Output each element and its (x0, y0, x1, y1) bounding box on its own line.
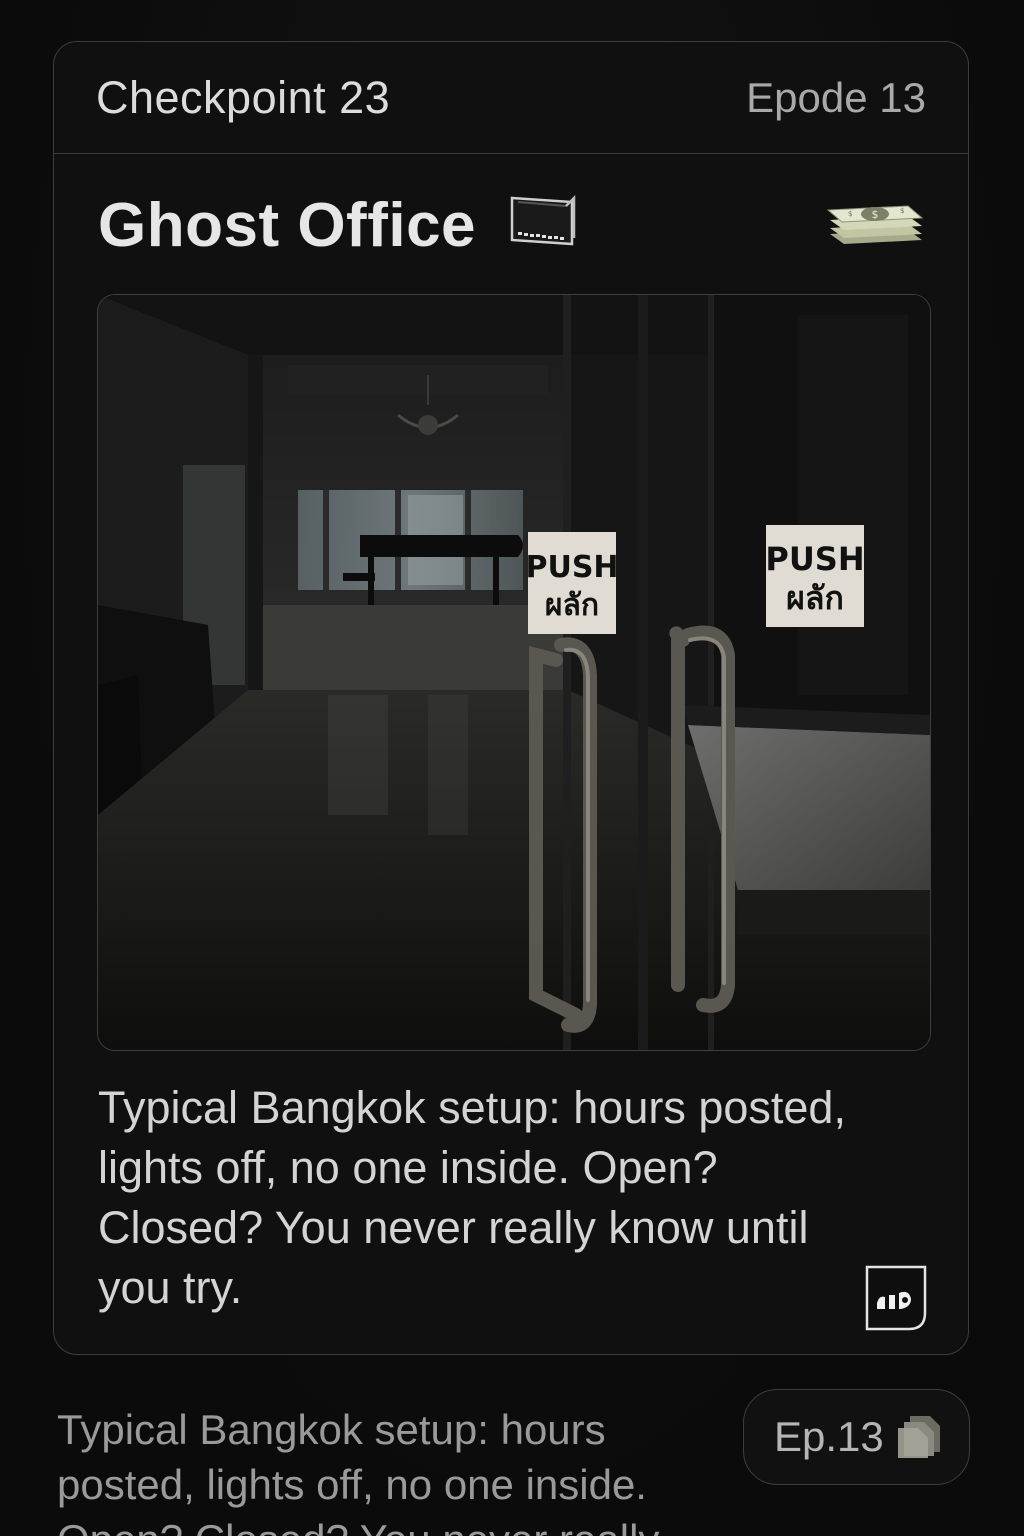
post-caption: Typical Bangkok setup: hours posted, lig… (98, 1082, 846, 1313)
cash-stack-icon[interactable]: $ $ $ (826, 200, 926, 256)
episode-pill-button[interactable]: Ep.13 (743, 1389, 970, 1485)
push-sign-right: PUSH (765, 540, 864, 578)
screen: Checkpoint 23 Epode 13 Ghost Office $ $ … (0, 0, 1024, 1536)
translate-badge-icon[interactable] (865, 1265, 927, 1331)
card-header: Checkpoint 23 Epode 13 (54, 42, 968, 154)
dark-office-photo: PUSH ผลัก PUSH ผลัก (98, 295, 930, 1050)
post-photo[interactable]: PUSH ผลัก PUSH ผลัก (97, 294, 931, 1051)
checkpoint-card[interactable]: Checkpoint 23 Epode 13 Ghost Office $ $ … (53, 41, 969, 1355)
post-title: Ghost Office (98, 191, 477, 260)
episode-pill-label: Ep.13 (774, 1413, 884, 1460)
episode-label: Epode 13 (746, 73, 926, 121)
svg-text:$: $ (872, 208, 879, 221)
push-sign-left-thai: ผลัก (545, 588, 599, 623)
laptop-icon (510, 194, 576, 246)
checkpoint-label: Checkpoint 23 (96, 71, 391, 123)
stack-icon (898, 1416, 940, 1458)
feed-preview-text: Typical Bangkok setup: hours posted, lig… (57, 1406, 659, 1536)
push-sign-right-thai: ผลัก (786, 579, 844, 617)
push-sign-left: PUSH (525, 550, 618, 585)
svg-text:$: $ (900, 207, 904, 215)
svg-text:$: $ (848, 210, 852, 218)
